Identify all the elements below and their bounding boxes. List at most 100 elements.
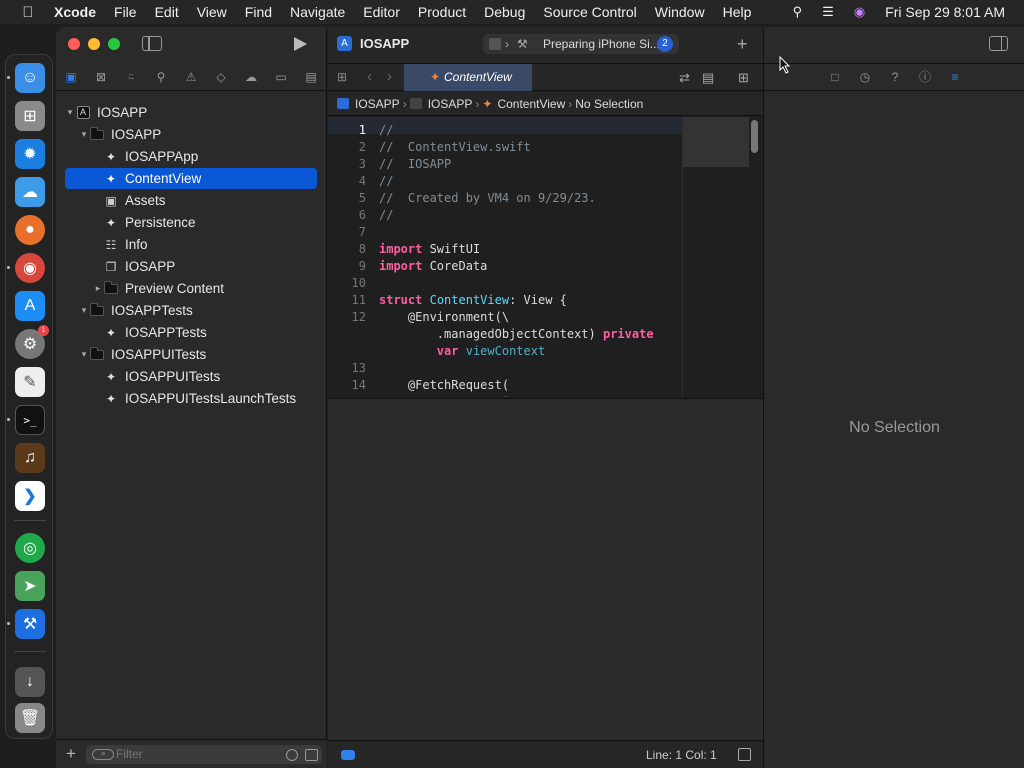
menu-help[interactable]: Help <box>723 4 752 20</box>
menubar-clock[interactable]: Fri Sep 29 8:01 AM <box>885 4 1005 20</box>
apple-menu-icon[interactable]:  <box>18 4 38 21</box>
add-file-button[interactable]: + <box>66 744 76 764</box>
trash-icon[interactable]: 🗑 <box>15 703 45 733</box>
file-tree-item[interactable]: ✦ IOSAPPUITestsLaunchTests <box>65 388 317 409</box>
launchpad-icon[interactable]: ⊞ <box>15 101 45 131</box>
inspector-toggle-icon[interactable] <box>989 36 1008 51</box>
test-navigator-tab-icon[interactable]: ◇ <box>213 69 229 85</box>
code-text[interactable]: // IOSAPP <box>379 156 451 173</box>
code-text[interactable]: @Environment(\ <box>379 309 509 326</box>
issue-navigator-tab-icon[interactable]: ⚠ <box>183 69 199 85</box>
canvas-toggle-icon[interactable] <box>738 748 751 761</box>
project-navigator-tab-icon[interactable]: ▣ <box>63 69 79 85</box>
forward-arrow-icon[interactable]: › <box>387 68 392 85</box>
menu-navigate[interactable]: Navigate <box>290 4 345 20</box>
vertical-scrollbar[interactable] <box>751 120 758 153</box>
find-my-icon[interactable]: ◎ <box>15 533 45 563</box>
disclosure-open-icon[interactable]: ▾ <box>65 107 75 118</box>
file-tree-item[interactable]: ❐ IOSAPP <box>65 256 317 277</box>
menu-product[interactable]: Product <box>418 4 466 20</box>
scheme-selector[interactable]: IOSAPP <box>360 36 409 51</box>
close-window-button[interactable] <box>68 38 80 50</box>
textedit-icon[interactable]: ✎ <box>15 367 45 397</box>
code-text[interactable]: // <box>379 207 393 224</box>
file-tree-item[interactable]: ▾ IOSAPPUITests <box>65 344 317 365</box>
code-text[interactable]: // <box>379 122 393 139</box>
system-settings-icon[interactable]: ⚙ 1 <box>15 325 49 359</box>
minimap[interactable] <box>682 117 749 397</box>
control-center-icon[interactable]: ☰ <box>822 4 834 20</box>
jumpbar-symbol[interactable]: No Selection <box>575 97 643 111</box>
maps-icon[interactable]: ➤ <box>15 571 45 601</box>
file-inspector-icon[interactable]: □ <box>827 69 843 85</box>
instruments-icon[interactable]: ♫ <box>15 443 45 473</box>
symbol-navigator-tab-icon[interactable]: ⍨ <box>123 69 139 85</box>
filter-options-icon[interactable]: ≡ <box>92 749 114 760</box>
terminal-icon[interactable]: >_ <box>15 405 45 435</box>
file-tree-item[interactable]: ▾ A IOSAPP <box>65 102 317 123</box>
menu-debug[interactable]: Debug <box>484 4 525 20</box>
quick-help-icon[interactable]: ? <box>887 69 903 85</box>
downloads-icon[interactable]: ↓ <box>15 667 45 697</box>
menu-find[interactable]: Find <box>245 4 272 20</box>
chrome-icon[interactable]: ◉ <box>15 253 45 283</box>
minimap-visible-region[interactable] <box>683 117 749 167</box>
split-editor-icon[interactable]: ⊞ <box>738 70 749 86</box>
source-control-filter-icon[interactable] <box>305 749 318 761</box>
related-items-grid-icon[interactable]: ⊞ <box>337 71 350 84</box>
xcode-icon[interactable]: ⚒ <box>15 609 45 639</box>
editor-options-icon[interactable]: ▤ <box>702 70 714 86</box>
siri-icon[interactable]: ◉ <box>854 4 865 20</box>
code-text[interactable]: // ContentView.swift <box>379 139 531 156</box>
jumpbar-project[interactable]: IOSAPP <box>355 97 400 111</box>
code-text[interactable]: var viewContext <box>379 343 545 360</box>
file-tree-item[interactable]: ☷ Info <box>65 234 317 255</box>
code-text[interactable]: // <box>379 173 393 190</box>
disclosure-open-icon[interactable]: ▾ <box>79 349 89 360</box>
menu-source-control[interactable]: Source Control <box>543 4 636 20</box>
file-tree-item[interactable]: ▸ Preview Content <box>65 278 317 299</box>
menu-edit[interactable]: Edit <box>155 4 179 20</box>
source-editor[interactable]: 1 // 2 // ContentView.swift 3 // IOSAPP 4 // 5 //… <box>328 117 763 397</box>
disclosure-open-icon[interactable]: ▾ <box>79 129 89 140</box>
debug-area-toggle-icon[interactable] <box>341 750 355 760</box>
source-control-navigator-tab-icon[interactable]: ⊠ <box>93 69 109 85</box>
safari-icon[interactable]: ✹ <box>15 139 45 169</box>
jumpbar-group[interactable]: IOSAPP <box>428 97 473 111</box>
app-menu[interactable]: Xcode <box>54 4 96 20</box>
menu-editor[interactable]: Editor <box>363 4 400 20</box>
code-text[interactable]: struct ContentView: View { <box>379 292 567 309</box>
finder-icon[interactable]: ☺ <box>15 63 45 93</box>
code-text[interactable]: // Created by VM4 on 9/29/23. <box>379 190 596 207</box>
identity-inspector-icon[interactable]: ⓘ <box>917 69 933 85</box>
minimize-window-button[interactable] <box>88 38 100 50</box>
menu-window[interactable]: Window <box>655 4 705 20</box>
code-text[interactable]: @FetchRequest( <box>379 377 509 394</box>
file-tree-item[interactable]: ✦ ContentView <box>65 168 317 189</box>
breakpoint-navigator-tab-icon[interactable]: ▭ <box>273 69 289 85</box>
file-tree-item[interactable]: ▣ Assets <box>65 190 317 211</box>
tab-contentview[interactable]: ✦ ContentView <box>404 64 532 91</box>
navigator-toggle-icon[interactable] <box>142 36 162 51</box>
recent-files-icon[interactable] <box>286 749 298 761</box>
code-text[interactable]: sortDescriptors <box>379 394 545 397</box>
app-store-icon[interactable]: A <box>15 291 45 321</box>
disclosure-closed-icon[interactable]: ▸ <box>93 283 103 294</box>
file-tree-item[interactable]: ✦ IOSAPPUITests <box>65 366 317 387</box>
activity-count-badge[interactable]: 2 <box>657 36 673 52</box>
disclosure-open-icon[interactable]: ▾ <box>79 305 89 316</box>
zoom-window-button[interactable] <box>108 38 120 50</box>
file-tree-item[interactable]: ✦ IOSAPPTests <box>65 322 317 343</box>
file-tree-item[interactable]: ▾ IOSAPPTests <box>65 300 317 321</box>
run-button[interactable] <box>294 37 307 51</box>
spotlight-search-icon[interactable]: ⚲ <box>793 4 803 20</box>
add-library-button[interactable]: + <box>737 34 748 55</box>
attributes-inspector-icon[interactable]: ≡ <box>947 69 963 85</box>
menu-file[interactable]: File <box>114 4 137 20</box>
jumpbar-file[interactable]: ContentView <box>497 97 565 111</box>
find-navigator-tab-icon[interactable]: ⚲ <box>153 69 169 85</box>
weather-icon[interactable]: ☁ <box>15 177 45 207</box>
swap-icon[interactable]: ⇄ <box>679 70 690 86</box>
file-tree-item[interactable]: ✦ IOSAPPApp <box>65 146 317 167</box>
code-text[interactable]: .managedObjectContext) private <box>379 326 654 343</box>
